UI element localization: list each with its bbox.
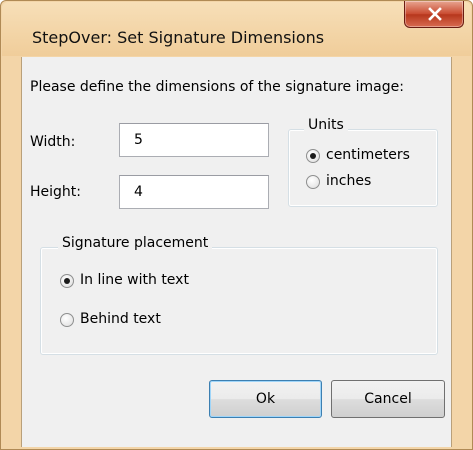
width-input[interactable]: 5: [119, 123, 269, 157]
window-title: StepOver: Set Signature Dimensions: [32, 28, 325, 47]
cancel-button[interactable]: Cancel: [331, 380, 445, 418]
dialog-body: Please define the dimensions of the sign…: [21, 57, 452, 447]
title-bar[interactable]: StepOver: Set Signature Dimensions: [2, 2, 471, 56]
placement-group: [40, 247, 438, 355]
placement-legend: Signature placement: [58, 235, 213, 251]
width-label: Width:: [30, 134, 76, 150]
units-legend: Units: [304, 117, 348, 133]
inches-label[interactable]: inches: [326, 173, 371, 189]
instruction-text: Please define the dimensions of the sign…: [30, 79, 404, 95]
close-button[interactable]: [404, 1, 464, 28]
centimeters-label[interactable]: centimeters: [326, 147, 410, 163]
units-group: [288, 129, 438, 207]
inches-radio[interactable]: [306, 175, 320, 189]
ok-button[interactable]: Ok: [209, 380, 322, 418]
in-line-label[interactable]: In line with text: [80, 272, 189, 288]
centimeters-radio[interactable]: [306, 149, 320, 163]
close-x-icon: [428, 7, 442, 21]
height-label: Height:: [30, 184, 81, 200]
dialog-window: StepOver: Set Signature Dimensions Pleas…: [0, 0, 473, 450]
behind-text-label[interactable]: Behind text: [80, 311, 161, 327]
in-line-radio[interactable]: [60, 274, 74, 288]
height-input[interactable]: 4: [119, 175, 269, 209]
behind-text-radio[interactable]: [60, 313, 74, 327]
